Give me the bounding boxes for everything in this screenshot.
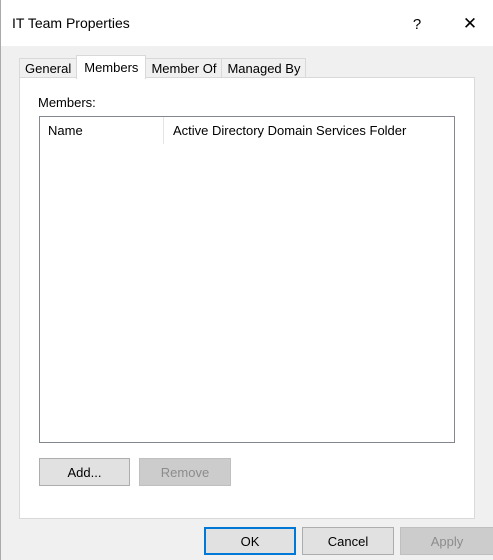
- remove-button[interactable]: Remove: [139, 458, 231, 486]
- dialog-title: IT Team Properties: [12, 15, 130, 31]
- tab-managed-by[interactable]: Managed By: [221, 58, 307, 78]
- add-button[interactable]: Add...: [39, 458, 130, 486]
- members-label: Members:: [38, 95, 96, 110]
- title-bar: IT Team Properties ? ✕: [1, 0, 493, 46]
- close-icon: ✕: [462, 14, 478, 33]
- tab-general[interactable]: General: [19, 58, 78, 78]
- properties-dialog: IT Team Properties ? ✕ General Members M…: [0, 0, 493, 560]
- cancel-button[interactable]: Cancel: [302, 527, 394, 555]
- close-button[interactable]: ✕: [447, 10, 493, 38]
- help-icon: ?: [412, 15, 422, 33]
- members-tab-panel: Members: Name Active Directory Domain Se…: [19, 77, 475, 519]
- apply-button[interactable]: Apply: [400, 527, 493, 555]
- members-list[interactable]: Name Active Directory Domain Services Fo…: [39, 116, 455, 443]
- tab-members[interactable]: Members: [76, 55, 147, 79]
- help-button[interactable]: ?: [394, 10, 440, 38]
- column-header-name[interactable]: Name: [40, 117, 164, 144]
- tab-strip: General Members Member Of Managed By: [19, 55, 307, 79]
- column-header-folder[interactable]: Active Directory Domain Services Folder: [164, 117, 454, 144]
- members-list-header: Name Active Directory Domain Services Fo…: [40, 117, 454, 144]
- ok-button[interactable]: OK: [204, 527, 296, 555]
- tab-member-of[interactable]: Member Of: [145, 58, 223, 78]
